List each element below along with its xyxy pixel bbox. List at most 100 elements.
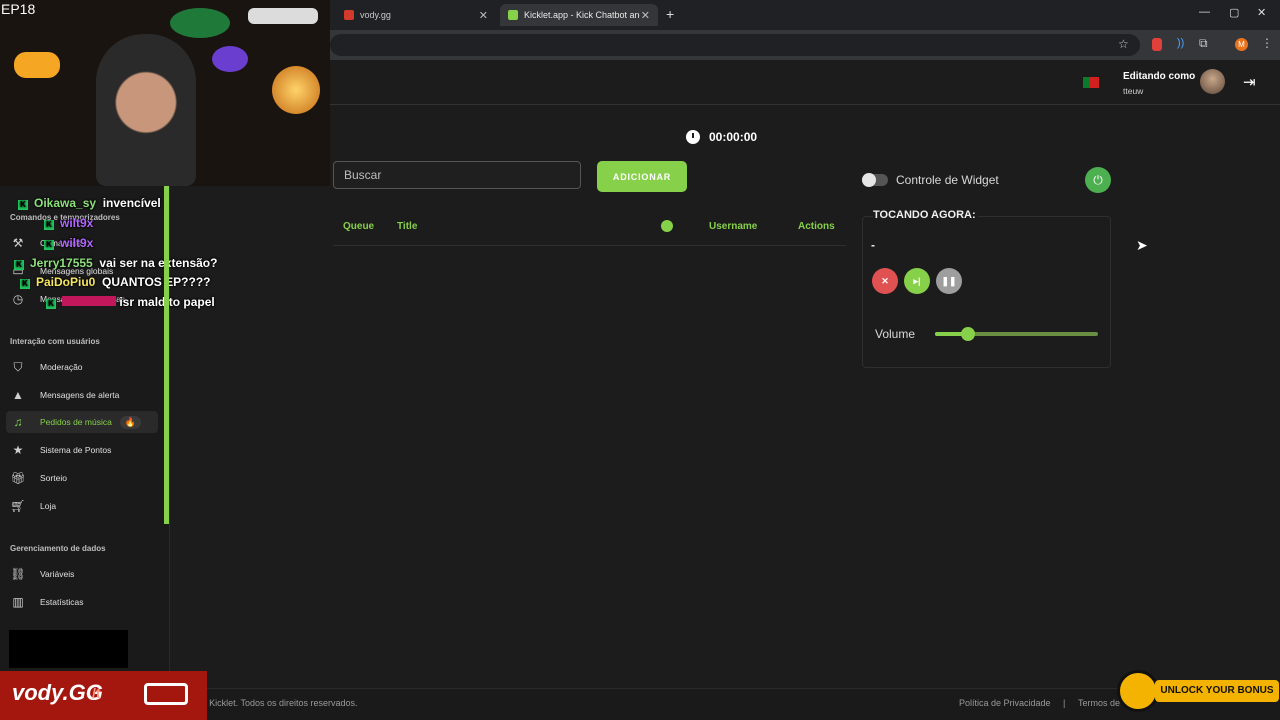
overlay-black-box bbox=[9, 630, 128, 668]
profile-avatar[interactable]: M bbox=[1235, 38, 1248, 51]
webcam-feed: EP18 bbox=[0, 0, 330, 186]
puzzle-icon[interactable]: ⧉ bbox=[1199, 36, 1208, 51]
avatar[interactable] bbox=[1200, 69, 1225, 94]
timer-value: 00:00:00 bbox=[709, 130, 758, 144]
chat-message: K Oikawa_sy invencível bbox=[18, 196, 161, 210]
now-playing-card bbox=[862, 216, 1111, 368]
sidebar-item-points[interactable]: ★ Sistema de Pontos bbox=[6, 439, 158, 461]
footer-separator: | bbox=[1063, 698, 1066, 708]
mascot-icon bbox=[1117, 670, 1159, 712]
duration-clock-icon bbox=[661, 220, 673, 232]
add-button[interactable]: ADICIONAR bbox=[597, 161, 687, 192]
heart-light bbox=[170, 8, 230, 38]
toy-car bbox=[248, 8, 318, 24]
warning-icon: ▲ bbox=[12, 388, 24, 402]
browser-tab-active[interactable]: Kicklet.app - Kick Chatbot and ✕ bbox=[500, 4, 658, 26]
window-close-icon[interactable]: ✕ bbox=[1257, 6, 1266, 19]
sidebar-item-music-requests[interactable]: ♫ Pedidos de música 🔥 bbox=[6, 411, 158, 433]
chat-message: K isr maldito papel bbox=[46, 295, 215, 309]
cart-icon: 🛒︎ bbox=[10, 499, 26, 513]
search-input[interactable] bbox=[333, 161, 581, 189]
column-queue: Queue bbox=[343, 221, 375, 232]
lamp-light bbox=[14, 52, 60, 78]
terms-link[interactable]: Termos de bbox=[1078, 698, 1120, 708]
queue-timer: 00:00:00 bbox=[686, 130, 757, 144]
vody-favicon-icon bbox=[344, 10, 354, 20]
kick-icon: K bbox=[44, 240, 54, 250]
lamp-light bbox=[272, 66, 320, 114]
heart-light bbox=[212, 46, 248, 72]
volume-slider-thumb[interactable] bbox=[960, 327, 975, 341]
bookmark-star-icon[interactable]: ☆ bbox=[1118, 37, 1129, 51]
bonus-banner[interactable]: UNLOCK YOUR BONUS bbox=[1117, 670, 1280, 712]
restore-icon[interactable]: ▢ bbox=[1229, 6, 1239, 19]
app-header: Editando como tteuw ⇥ bbox=[170, 61, 1280, 105]
music-icon: ♫ bbox=[13, 415, 23, 429]
pause-button[interactable]: ❚❚ bbox=[936, 268, 962, 294]
power-button[interactable]: ⏻ bbox=[1085, 167, 1111, 193]
chat-message: K Jerry17555 vai ser na extensão? bbox=[14, 256, 217, 270]
sidebar-item-shop[interactable]: 🛒︎ Loja bbox=[6, 495, 158, 517]
next-button[interactable]: ▸| bbox=[904, 268, 930, 294]
vody-suffix: /t bbox=[92, 685, 101, 701]
overlay-accent-bar bbox=[164, 186, 169, 524]
logout-icon[interactable]: ⇥ bbox=[1243, 73, 1256, 91]
sidebar-item-statistics[interactable]: ▥ Estatísticas bbox=[6, 591, 158, 613]
close-tab-icon[interactable]: ✕ bbox=[641, 9, 650, 22]
streamer bbox=[96, 34, 196, 186]
pause-icon: ❚❚ bbox=[941, 275, 957, 286]
now-playing-title: - bbox=[871, 238, 875, 252]
section-title: Interação com usuários bbox=[10, 337, 100, 346]
chat-message: Kwilt9x bbox=[44, 236, 93, 250]
now-playing-label: TOCANDO AGORA: bbox=[873, 209, 978, 221]
sidebar-item-giveaway[interactable]: 🎁︎ Sorteio bbox=[6, 467, 158, 489]
link-icon: ⛓ bbox=[10, 567, 26, 581]
tab-title: Kicklet.app - Kick Chatbot and bbox=[524, 10, 640, 20]
skip-remove-button[interactable]: ✕ bbox=[872, 268, 898, 294]
bonus-text: UNLOCK YOUR BONUS bbox=[1155, 680, 1279, 702]
kick-icon: K bbox=[46, 299, 56, 309]
column-title: Title bbox=[397, 221, 418, 232]
widget-control-toggle[interactable]: Controle de Widget bbox=[862, 173, 999, 187]
toggle-logo-icon bbox=[144, 683, 188, 705]
browser-tab[interactable]: vody.gg ✕ bbox=[336, 4, 496, 26]
sidebar-item-alert-messages[interactable]: ▲ Mensagens de alerta bbox=[6, 384, 158, 406]
mouse-cursor-icon: ➤ bbox=[1136, 237, 1148, 253]
star-icon: ★ bbox=[12, 443, 24, 457]
shield-icon: ⛉ bbox=[13, 359, 23, 374]
kick-icon: K bbox=[18, 200, 28, 210]
close-tab-icon[interactable]: ✕ bbox=[479, 9, 488, 22]
toggle-switch[interactable] bbox=[862, 173, 888, 187]
new-tab-icon[interactable]: + bbox=[666, 6, 674, 22]
volume-label: Volume bbox=[875, 327, 916, 341]
extension-icon[interactable]: )) bbox=[1177, 37, 1184, 49]
copyright: © Kicklet. Todos os direitos reservados. bbox=[200, 698, 358, 708]
kicklet-favicon-icon bbox=[508, 10, 518, 20]
queue-table-header: Queue Title Username Actions bbox=[333, 218, 846, 246]
username: tteuw bbox=[1123, 86, 1144, 96]
vody-banner: vody.GG /t bbox=[0, 671, 207, 720]
fire-badge: 🔥 bbox=[119, 415, 142, 429]
column-username: Username bbox=[709, 221, 758, 232]
sidebar-item-moderation[interactable]: ⛉ Moderação bbox=[6, 356, 158, 378]
kick-icon: K bbox=[44, 220, 54, 230]
extension-icon[interactable] bbox=[1152, 38, 1162, 51]
column-actions: Actions bbox=[798, 221, 835, 232]
privacy-link[interactable]: Política de Privacidade bbox=[959, 698, 1051, 708]
editing-label: Editando como bbox=[1123, 71, 1196, 82]
episode-label: EP18 bbox=[1, 1, 36, 17]
menu-dots-icon[interactable]: ⋮ bbox=[1261, 36, 1273, 50]
url-field[interactable] bbox=[330, 34, 1140, 56]
minimize-icon[interactable]: — bbox=[1199, 6, 1210, 18]
vody-logo: vody.GG bbox=[12, 680, 103, 705]
portugal-flag-icon[interactable] bbox=[1083, 77, 1099, 88]
sidebar-item-variables[interactable]: ⛓ Variáveis bbox=[6, 563, 158, 585]
clock-icon bbox=[686, 130, 700, 144]
chat-message: Kwilt9x bbox=[44, 216, 93, 230]
kick-icon: K bbox=[14, 260, 24, 270]
chat-message: K PaiDoPiu0 QUANTOS EP???? bbox=[20, 275, 210, 289]
close-icon: ✕ bbox=[881, 275, 889, 286]
gift-icon: 🎁︎ bbox=[10, 471, 26, 485]
kick-icon: K bbox=[20, 279, 30, 289]
skip-next-icon: ▸| bbox=[913, 275, 921, 286]
